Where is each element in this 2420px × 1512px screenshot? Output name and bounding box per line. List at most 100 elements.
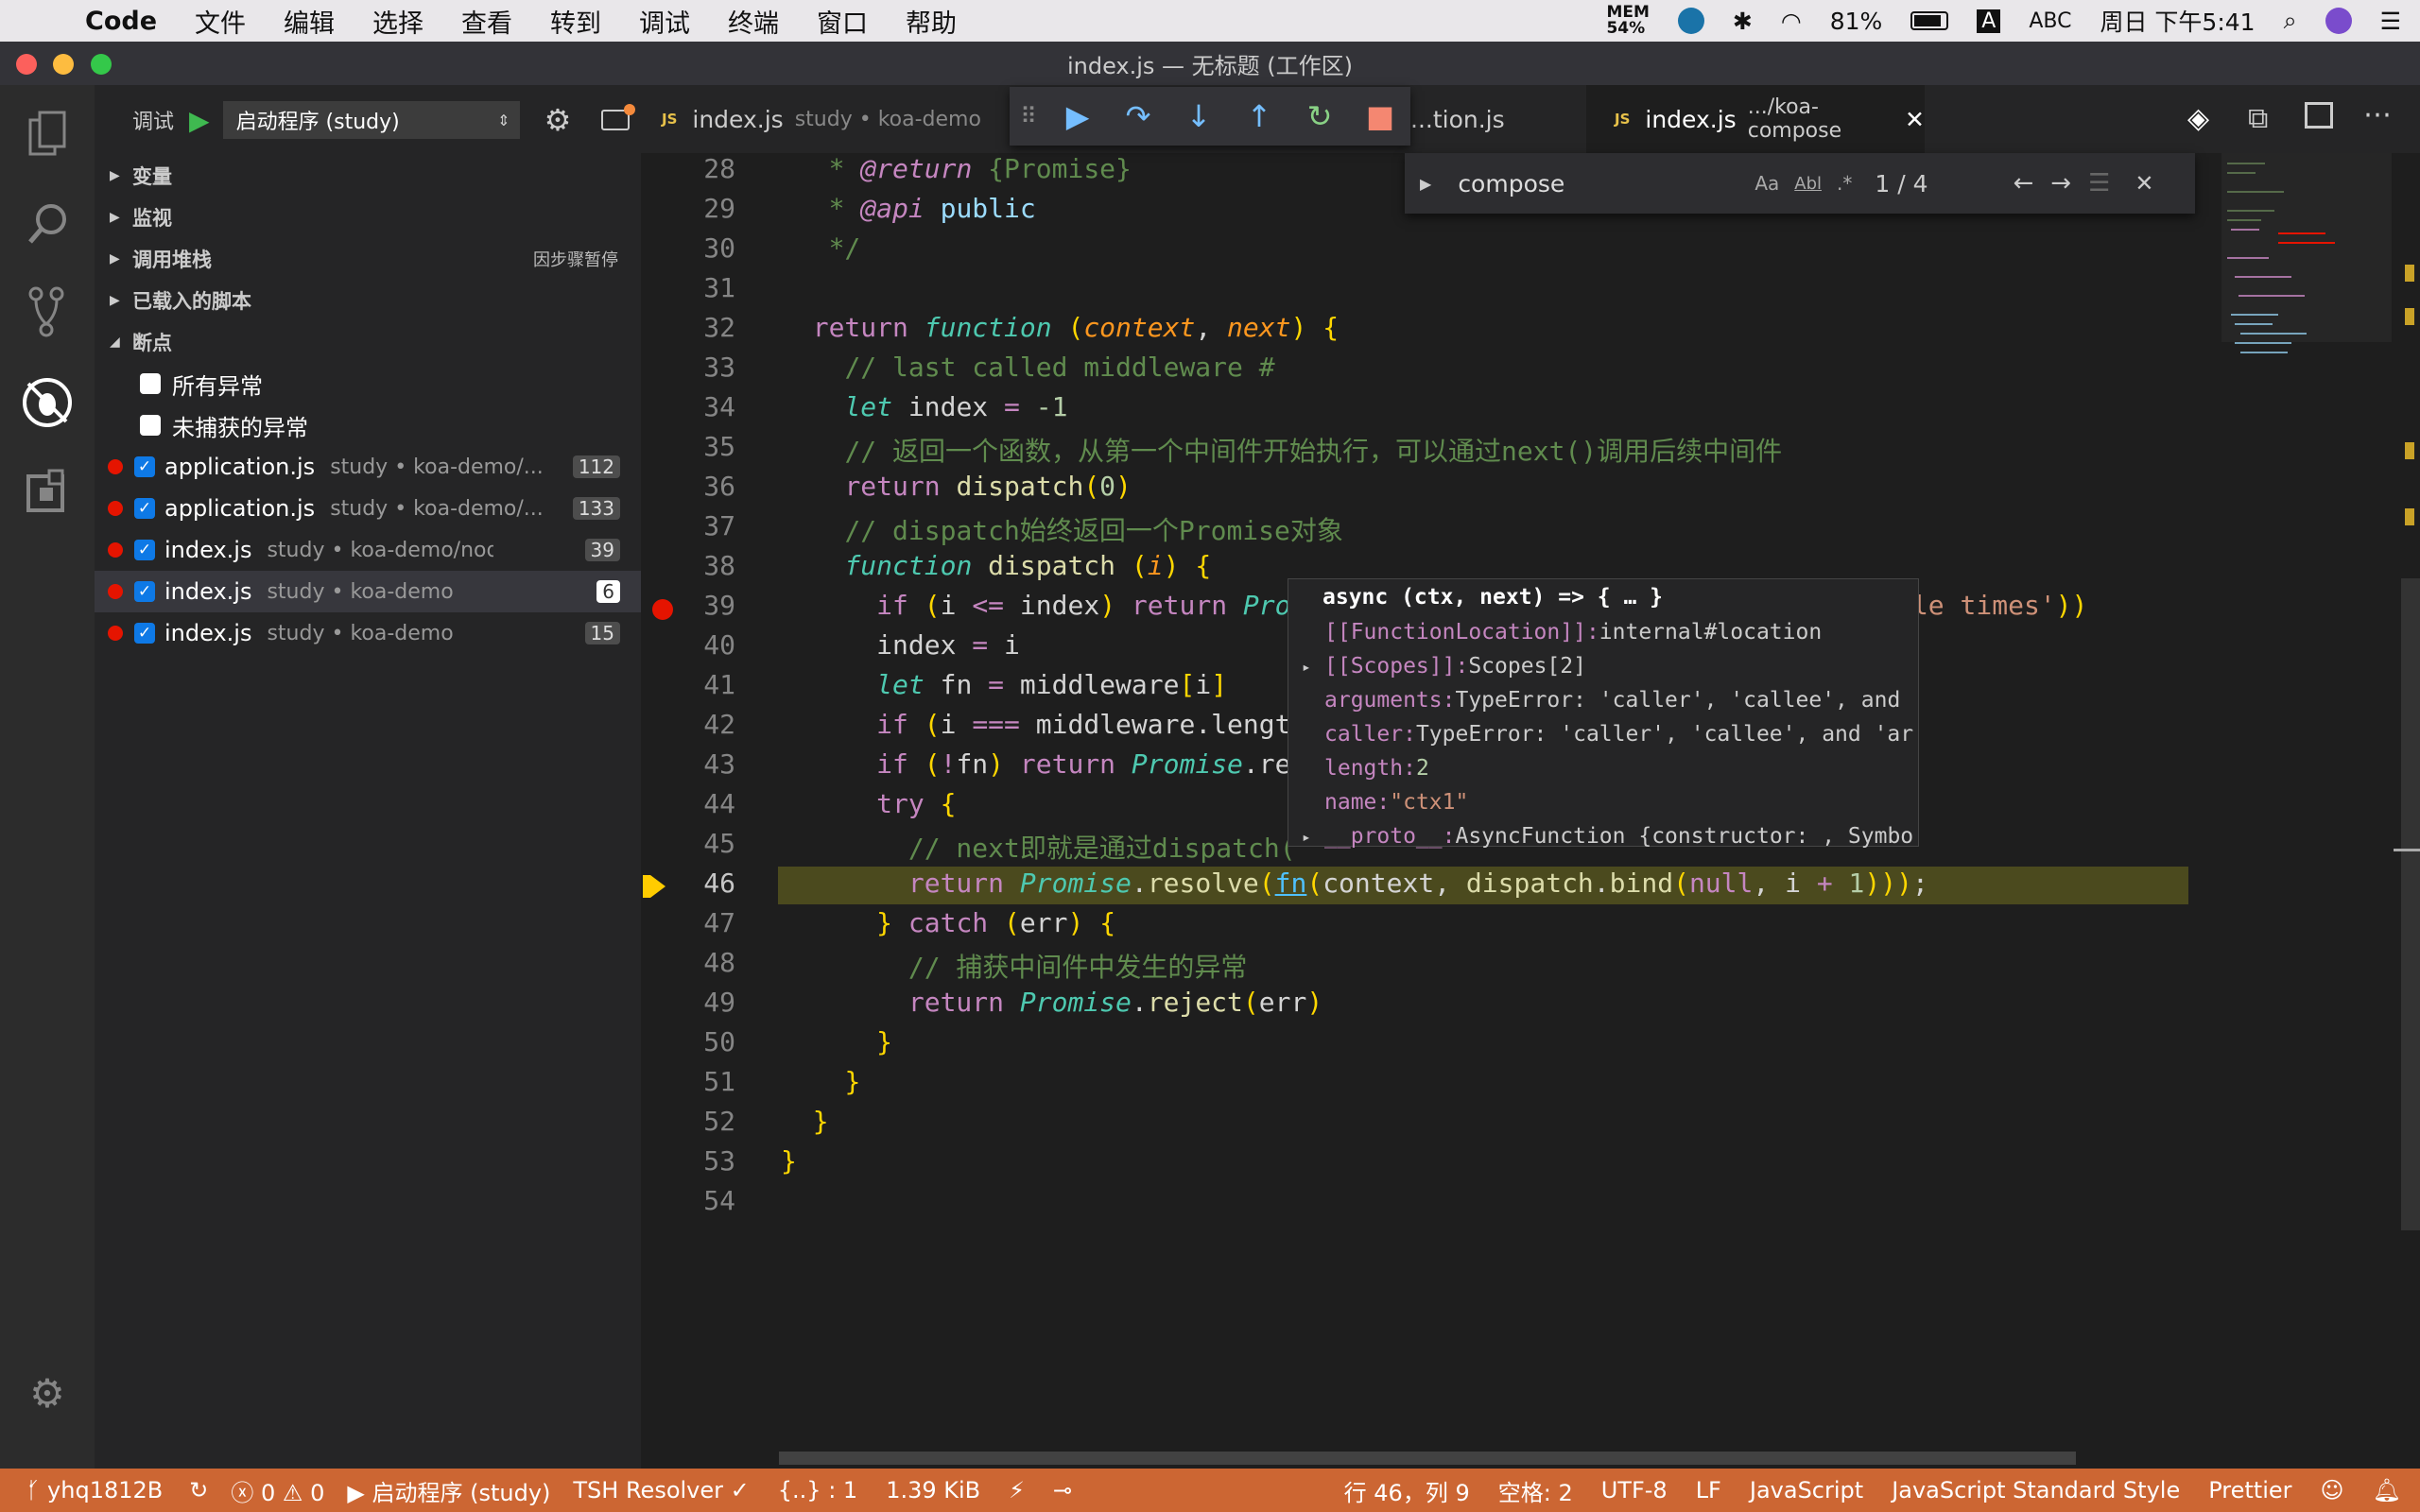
debug-run-item[interactable]: ▶ 启动程序 (study) bbox=[347, 1474, 550, 1507]
section-breakpoints[interactable]: ◢ 断点 bbox=[95, 321, 641, 363]
tab-application-js[interactable]: ...tion.js bbox=[1410, 85, 1599, 153]
checkbox-checked[interactable]: ✓ bbox=[134, 498, 155, 519]
branch-item[interactable]: ᚶ yhq1812B bbox=[26, 1477, 163, 1503]
clock[interactable]: 周日 下午5:41 bbox=[2100, 4, 2255, 38]
input-method-icon[interactable]: A bbox=[1977, 9, 2001, 33]
hover-row[interactable]: arguments: TypeError: 'caller', 'callee'… bbox=[1288, 683, 1918, 717]
problems-item[interactable]: ⓧ 0 ⚠ 0 bbox=[231, 1474, 324, 1507]
spotlight-icon[interactable]: ⌕ bbox=[2284, 7, 2297, 35]
file-size[interactable]: 1.39 KiB bbox=[886, 1477, 980, 1503]
find-input[interactable]: compose bbox=[1458, 170, 1741, 198]
cursor-position[interactable]: 行 46，列 9 bbox=[1344, 1474, 1470, 1507]
compare-icon[interactable]: ⧉ bbox=[2248, 102, 2268, 135]
live-share-icon[interactable]: ⊸ bbox=[1053, 1477, 1072, 1503]
breakpoint-marker-icon[interactable] bbox=[652, 599, 673, 620]
regex-toggle[interactable]: .* bbox=[1837, 172, 1852, 195]
sync-icon[interactable]: ↻ bbox=[189, 1477, 208, 1503]
hover-row[interactable]: [[FunctionLocation]]: internal#location bbox=[1288, 615, 1918, 649]
menu-terminal[interactable]: 终端 bbox=[728, 3, 779, 40]
toggle-replace-icon[interactable]: ▶ bbox=[1420, 175, 1431, 193]
end-of-line[interactable]: LF bbox=[1696, 1477, 1721, 1503]
source-control-icon[interactable] bbox=[19, 284, 76, 340]
checkbox-checked[interactable]: ✓ bbox=[134, 581, 155, 602]
notification-center-icon[interactable]: ☰ bbox=[2380, 8, 2401, 35]
breakpoint-item[interactable]: ✓ index.js study • koa-demo 15 bbox=[95, 612, 641, 654]
close-tab-icon[interactable]: ✕ bbox=[1905, 106, 1925, 133]
menu-file[interactable]: 文件 bbox=[195, 3, 246, 40]
horizontal-scrollbar[interactable] bbox=[779, 1452, 2076, 1465]
menu-go[interactable]: 转到 bbox=[550, 3, 601, 40]
hover-row[interactable]: name: "ctx1" bbox=[1288, 785, 1918, 819]
checkbox-checked[interactable]: ✓ bbox=[134, 540, 155, 560]
tsh-resolver[interactable]: TSH Resolver ✓ bbox=[573, 1477, 749, 1503]
lightning-icon[interactable]: ⚡ bbox=[1009, 1477, 1025, 1503]
extensions-icon[interactable] bbox=[19, 463, 76, 520]
settings-gear-icon[interactable]: ⚙ bbox=[19, 1365, 76, 1421]
tab-index-js-compose[interactable]: JS index.js .../koa-compose ✕ bbox=[1586, 85, 1925, 153]
zoom-window-button[interactable] bbox=[91, 54, 112, 75]
expand-icon[interactable]: ▸ bbox=[1302, 828, 1311, 846]
language-mode[interactable]: JavaScript bbox=[1750, 1477, 1863, 1503]
launch-config-select[interactable]: 启动程序 (study) ⇕ bbox=[222, 101, 520, 139]
step-over-icon[interactable]: ↷ bbox=[1108, 98, 1168, 134]
exception-uncaught[interactable]: 未捕获的异常 bbox=[95, 404, 641, 446]
breakpoint-item[interactable]: ✓ index.js study • koa-demo/node_... 39 bbox=[95, 529, 641, 571]
minimap[interactable] bbox=[2221, 153, 2401, 1469]
menu-view[interactable]: 查看 bbox=[461, 3, 512, 40]
encoding[interactable]: UTF-8 bbox=[1601, 1477, 1668, 1503]
section-watch[interactable]: ▶ 监视 bbox=[95, 197, 641, 238]
menu-debug[interactable]: 调试 bbox=[639, 3, 690, 40]
debug-settings-gear-icon[interactable]: ⚙ bbox=[544, 102, 572, 138]
debug-console-icon[interactable] bbox=[601, 104, 636, 130]
battery-icon[interactable] bbox=[1910, 11, 1949, 30]
checkbox-checked[interactable]: ✓ bbox=[134, 623, 155, 644]
menu-help[interactable]: 帮助 bbox=[906, 3, 957, 40]
explorer-icon[interactable] bbox=[19, 106, 76, 163]
find-in-selection-icon[interactable]: ☰ bbox=[2088, 169, 2110, 198]
menu-selection[interactable]: 选择 bbox=[372, 3, 424, 40]
breakpoint-item[interactable]: ✓ application.js study • koa-demo/... 112 bbox=[95, 446, 641, 488]
status-app-icon[interactable] bbox=[1677, 8, 1704, 34]
hover-row[interactable]: ▸ [[Scopes]]: Scopes[2] bbox=[1288, 649, 1918, 683]
search-icon[interactable] bbox=[19, 195, 76, 251]
siri-icon[interactable] bbox=[2325, 8, 2352, 34]
close-window-button[interactable] bbox=[16, 54, 37, 75]
bracket-info[interactable]: {..} : 1 bbox=[778, 1477, 857, 1503]
exception-all[interactable]: 所有异常 bbox=[95, 363, 641, 404]
start-debugging-button[interactable]: ▶ bbox=[189, 105, 210, 136]
checkbox-checked[interactable]: ✓ bbox=[134, 456, 155, 477]
linter-style[interactable]: JavaScript Standard Style bbox=[1892, 1477, 2180, 1503]
more-actions-icon[interactable]: ⋯ bbox=[2363, 98, 2392, 131]
checkbox[interactable] bbox=[140, 373, 161, 394]
match-case-toggle[interactable]: Aa bbox=[1754, 172, 1779, 195]
drag-handle-icon[interactable]: ⠿ bbox=[1010, 103, 1047, 129]
split-editor-icon[interactable] bbox=[2305, 102, 2333, 129]
app-name[interactable]: Code bbox=[85, 7, 157, 36]
step-out-icon[interactable]: ↑ bbox=[1229, 98, 1289, 134]
menu-window[interactable]: 窗口 bbox=[817, 3, 868, 40]
section-variables[interactable]: ▶ 变量 bbox=[95, 155, 641, 197]
section-callstack[interactable]: ▶ 调用堆栈 因步骤暂停 bbox=[95, 238, 641, 280]
hover-row[interactable]: ▸ __proto__: AsyncFunction {constructor: … bbox=[1288, 819, 1918, 853]
match-word-toggle[interactable]: Abl bbox=[1794, 174, 1822, 194]
wifi-icon[interactable]: ◠ bbox=[1781, 8, 1802, 35]
scroll-thumb[interactable] bbox=[2401, 578, 2420, 1230]
previous-match-icon[interactable]: ← bbox=[2014, 169, 2034, 198]
mem-indicator[interactable]: MEM 54% bbox=[1606, 5, 1649, 37]
hover-row[interactable]: caller: TypeError: 'caller', 'callee', a… bbox=[1288, 717, 1918, 751]
menu-edit[interactable]: 编辑 bbox=[284, 3, 335, 40]
minimize-window-button[interactable] bbox=[53, 54, 74, 75]
formatter[interactable]: Prettier bbox=[2208, 1477, 2291, 1503]
tab-index-js-study[interactable]: JS index.js study • koa-demo bbox=[662, 85, 1011, 153]
stop-icon[interactable]: ■ bbox=[1350, 98, 1410, 134]
notifications-bell-icon[interactable]: 🔔︎ bbox=[2373, 1477, 2401, 1503]
section-loaded-scripts[interactable]: ▶ 已载入的脚本 bbox=[95, 280, 641, 321]
debug-icon[interactable] bbox=[19, 374, 76, 431]
breakpoint-item-selected[interactable]: ✓ index.js study • koa-demo 6 bbox=[95, 571, 641, 612]
step-into-icon[interactable]: ↓ bbox=[1168, 98, 1229, 134]
continue-icon[interactable]: ▶ bbox=[1047, 98, 1108, 134]
open-changes-icon[interactable]: ◈ bbox=[2187, 102, 2209, 135]
indentation[interactable]: 空格: 2 bbox=[1498, 1474, 1573, 1507]
breakpoint-item[interactable]: ✓ application.js study • koa-demo/... 133 bbox=[95, 488, 641, 529]
checkbox[interactable] bbox=[140, 415, 161, 436]
